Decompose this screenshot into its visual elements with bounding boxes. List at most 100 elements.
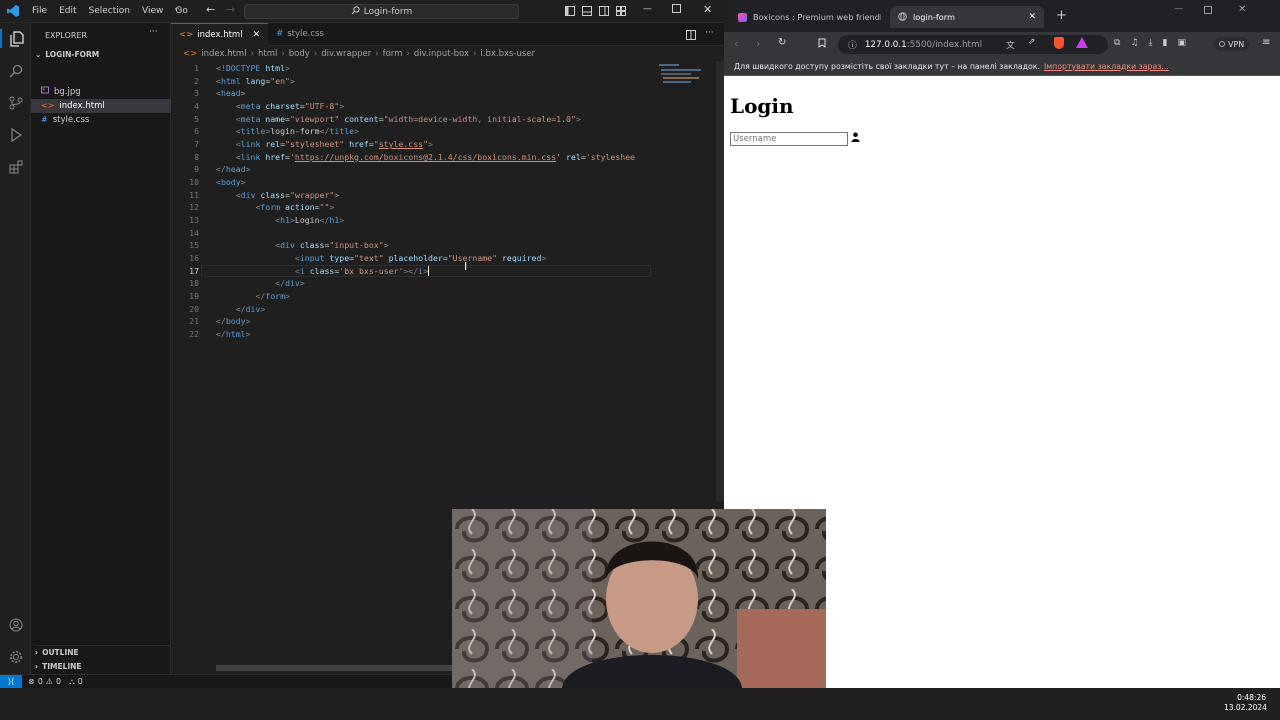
explorer-more-icon[interactable]: ···	[149, 27, 158, 37]
code-line: <div class="wrapper">	[235, 190, 340, 200]
vpn-button[interactable]: VPN	[1214, 37, 1250, 51]
toggle-panel-icon[interactable]	[582, 6, 592, 19]
code-line: <input type="text" placeholder="Username…	[294, 253, 547, 263]
toggle-secondary-sidebar-icon[interactable]	[599, 6, 609, 19]
accounts-icon[interactable]	[6, 615, 25, 634]
customize-layout-icon[interactable]	[616, 6, 626, 19]
breadcrumb-item[interactable]: form	[383, 49, 403, 59]
menu-icon[interactable]: ≡	[1262, 37, 1270, 48]
brave-shields-icon[interactable]	[1054, 37, 1064, 49]
outline-section[interactable]: › OUTLINE	[35, 645, 171, 659]
minimap[interactable]	[657, 61, 712, 91]
forward-icon[interactable]: ›	[756, 37, 760, 50]
downloads-icon[interactable]: ⤓	[1149, 38, 1153, 48]
explorer-title: EXPLORER	[45, 31, 87, 40]
search-view-icon[interactable]	[6, 61, 25, 80]
line-number: 19	[189, 291, 199, 301]
tab-index-html[interactable]: <> index.html ✕	[171, 22, 269, 46]
back-icon[interactable]: ‹	[734, 37, 738, 50]
new-tab-icon[interactable]: +	[1056, 8, 1067, 23]
file-item-style-css[interactable]: # style.css	[31, 113, 171, 127]
ports-count: 0	[77, 677, 83, 686]
browser-tab-strip: Boxicons : Premium web friendly ico logi…	[724, 0, 1280, 32]
folder-label: LOGIN-FORM	[45, 50, 100, 59]
code-line: <!DOCTYPE html>	[216, 63, 290, 73]
split-editor-icon[interactable]	[686, 30, 696, 43]
extensions-icon[interactable]: ⧉	[1114, 38, 1120, 48]
reload-icon[interactable]: ↻	[778, 37, 786, 48]
nav-back-icon[interactable]: ←	[206, 3, 215, 16]
wallet-icon[interactable]: ▣	[1177, 38, 1186, 48]
close-window-icon[interactable]: ✕	[1238, 4, 1246, 15]
tab-label: style.css	[287, 29, 324, 39]
import-bookmarks-link[interactable]: Імпортувати закладки зараз...	[1044, 62, 1169, 71]
text-cursor-icon: I	[464, 260, 468, 273]
search-icon	[351, 5, 360, 18]
user-icon	[851, 132, 860, 145]
close-tab-icon[interactable]: ✕	[253, 30, 261, 40]
editor-more-icon[interactable]: ···	[705, 28, 714, 38]
code-line: <body>	[216, 177, 246, 187]
ports-indicator[interactable]: ⛬ 0	[69, 677, 83, 687]
menu-selection[interactable]: Selection	[83, 0, 136, 23]
breadcrumb-item[interactable]: index.html	[201, 49, 246, 59]
tab-style-css[interactable]: # style.css	[268, 23, 332, 46]
horizontal-scrollbar[interactable]	[216, 665, 456, 671]
remote-icon[interactable]: ⟩⟨	[0, 675, 22, 688]
minimize-icon[interactable]: —	[1174, 4, 1183, 14]
menu-file[interactable]: File	[26, 0, 53, 23]
nav-forward-icon[interactable]: →	[226, 3, 235, 16]
media-icon[interactable]: ♫	[1130, 38, 1138, 48]
maximize-icon[interactable]	[1204, 6, 1212, 17]
brave-rewards-icon[interactable]	[1076, 37, 1088, 48]
file-item-index-html[interactable]: <> index.html	[31, 99, 171, 113]
address-bar[interactable]: ⓘ 127.0.0.1:5500/index.html 文 ⇗	[838, 35, 1108, 54]
menu-view[interactable]: View	[136, 0, 169, 23]
line-number: 13	[189, 215, 199, 225]
breadcrumb-item[interactable]: body	[289, 49, 310, 59]
site-info-icon[interactable]: ⓘ	[848, 38, 857, 51]
line-number: 6	[194, 126, 199, 136]
code-line: </div>	[235, 304, 266, 314]
username-input[interactable]	[730, 132, 848, 146]
vertical-scrollbar[interactable]	[716, 61, 724, 501]
clock[interactable]: 0:48:26 13.02.2024	[1224, 693, 1267, 713]
extensions-icon[interactable]	[6, 157, 25, 176]
clock-time: 0:48:26	[1237, 693, 1266, 702]
file-item-bg-jpg[interactable]: bg.jpg	[31, 85, 171, 99]
line-number: 5	[194, 114, 199, 124]
folder-login-form[interactable]: ⌄ LOGIN-FORM	[35, 48, 99, 62]
browser-tab-label: login-form	[913, 12, 955, 22]
line-number: 4	[194, 101, 199, 111]
toggle-sidebar-icon[interactable]	[565, 6, 575, 19]
share-icon[interactable]: ⇗	[1028, 37, 1035, 47]
source-control-icon[interactable]	[6, 93, 25, 112]
bookmark-icon[interactable]	[818, 38, 826, 51]
code-line: </form>	[255, 291, 290, 301]
line-number: 18	[189, 278, 199, 288]
browser-tab-login-form[interactable]: login-form ✕	[890, 6, 1044, 28]
timeline-section[interactable]: › TIMELINE	[35, 660, 82, 674]
breadcrumb-item[interactable]: html	[258, 49, 277, 59]
sidebar-icon[interactable]: ▮	[1163, 38, 1168, 48]
breadcrumb-item[interactable]: i.bx.bxs-user	[480, 49, 535, 59]
browser-tab-boxicons[interactable]: Boxicons : Premium web friendly ico	[730, 6, 890, 28]
code-line: </div>	[275, 278, 305, 288]
command-center[interactable]: Login-form	[244, 4, 519, 19]
clock-date: 13.02.2024	[1224, 703, 1267, 712]
maximize-icon[interactable]	[672, 4, 681, 16]
translate-icon[interactable]: 文	[1006, 38, 1015, 51]
run-debug-icon[interactable]	[6, 125, 25, 144]
line-number: 12	[189, 202, 199, 212]
minimize-icon[interactable]: —	[643, 4, 652, 14]
manage-gear-icon[interactable]	[6, 647, 25, 666]
explorer-icon[interactable]	[0, 29, 31, 48]
breadcrumb-item[interactable]: div.wrapper	[321, 49, 371, 59]
menu-edit[interactable]: Edit	[53, 0, 82, 23]
breadcrumb-item[interactable]: div.input-box	[414, 49, 469, 59]
close-tab-icon[interactable]: ✕	[1028, 12, 1036, 22]
file-label: style.css	[52, 115, 90, 125]
more-menu-icon[interactable]: ···	[174, 5, 183, 15]
close-window-icon[interactable]: ✕	[703, 3, 712, 16]
problems-indicator[interactable]: ⊗ 0 ⚠ 0	[28, 677, 61, 686]
